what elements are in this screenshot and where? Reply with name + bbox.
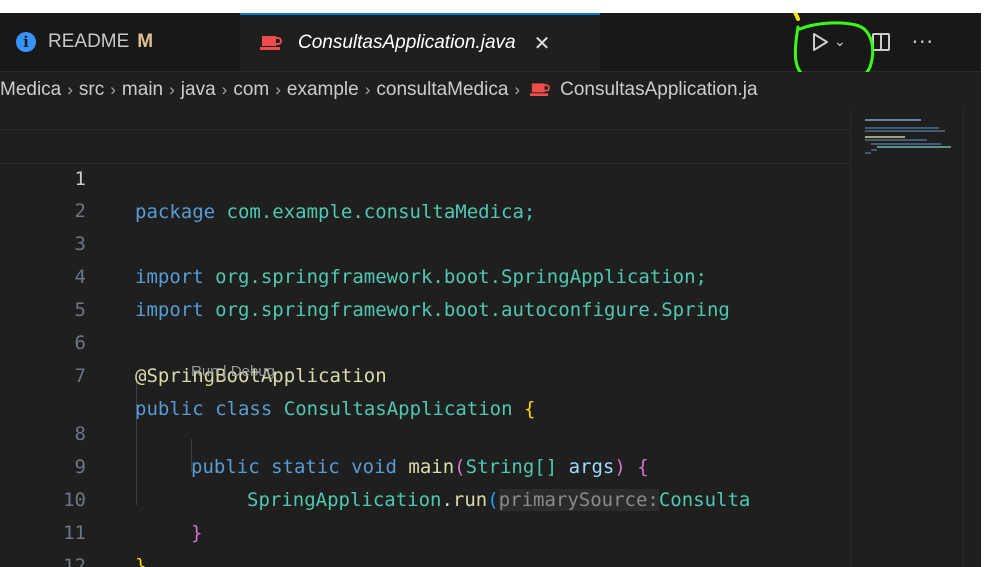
code-line: 4 import org.springframework.boot.autoco… bbox=[0, 228, 850, 321]
breadcrumb-separator: › bbox=[514, 80, 521, 99]
breadcrumb: Medica › src › main › java › com › examp… bbox=[0, 72, 981, 108]
code-line: 5 bbox=[0, 261, 850, 321]
breadcrumb-separator: › bbox=[67, 80, 73, 99]
modified-badge: M bbox=[137, 31, 154, 52]
split-editor-icon[interactable] bbox=[871, 33, 890, 51]
more-actions-icon[interactable]: ··· bbox=[912, 30, 934, 54]
tab-readme[interactable]: i README M bbox=[12, 13, 238, 71]
breadcrumb-separator: › bbox=[110, 80, 116, 99]
breadcrumb-separator: › bbox=[275, 80, 281, 99]
code-line: 8 public static void main(String[] args)… bbox=[0, 385, 850, 478]
info-icon: i bbox=[16, 32, 36, 52]
breadcrumb-item[interactable]: example bbox=[287, 79, 359, 101]
breadcrumb-item[interactable]: com bbox=[233, 79, 269, 101]
close-tab-icon[interactable]: ✕ bbox=[534, 31, 551, 56]
breadcrumb-item-file[interactable]: ConsultasApplication.ja bbox=[560, 79, 758, 101]
java-file-icon bbox=[260, 30, 282, 56]
code-line: 2 bbox=[0, 162, 850, 222]
code-editor[interactable]: 1 package com.example.consultaMedica; 2 … bbox=[0, 109, 981, 567]
breadcrumb-separator: › bbox=[221, 80, 228, 99]
code-line: 12 bbox=[0, 517, 850, 567]
tab-consultas-application[interactable]: ConsultasApplication.java ✕ bbox=[240, 13, 600, 71]
editor-actions: ⌄ ··· bbox=[800, 13, 934, 71]
tab-active-label: ConsultasApplication.java bbox=[298, 32, 516, 53]
code-line: 10 } bbox=[0, 451, 850, 544]
tab-bar: i README M ConsultasApplication.java ✕ ⌄ bbox=[0, 13, 981, 85]
tab-readme-label: README bbox=[48, 31, 130, 52]
breadcrumb-item[interactable]: src bbox=[79, 79, 104, 101]
breadcrumb-separator: › bbox=[169, 80, 175, 99]
java-file-icon bbox=[530, 78, 550, 102]
code-line: 6 @SpringBootApplication bbox=[0, 294, 850, 387]
run-java-button[interactable] bbox=[810, 32, 830, 52]
window-edge bbox=[981, 13, 989, 567]
breadcrumb-item[interactable]: Medica bbox=[0, 79, 61, 101]
codelens-run[interactable]: Run bbox=[191, 363, 219, 380]
editor-window: i README M ConsultasApplication.java ✕ ⌄ bbox=[0, 13, 981, 567]
breadcrumb-separator: › bbox=[364, 80, 371, 99]
code-line: 3 import org.springframework.boot.Spring… bbox=[0, 195, 850, 288]
breadcrumb-item[interactable]: java bbox=[181, 79, 216, 101]
code-token: } bbox=[135, 555, 147, 567]
breadcrumb-item[interactable]: consultaMedica bbox=[376, 79, 508, 101]
code-line: 9 SpringApplication.run(primarySource:Co… bbox=[0, 418, 850, 511]
vertical-scrollbar[interactable] bbox=[963, 109, 981, 567]
breadcrumb-item[interactable]: main bbox=[122, 79, 163, 101]
codelens-debug[interactable]: Debug bbox=[231, 363, 275, 380]
minimap[interactable] bbox=[850, 109, 964, 567]
chevron-down-icon[interactable]: ⌄ bbox=[834, 34, 846, 50]
code-line: 7 public class ConsultasApplication { bbox=[0, 327, 850, 420]
code-line: 1 package com.example.consultaMedica; bbox=[0, 129, 850, 223]
line-number: 12 bbox=[63, 555, 86, 567]
code-line: 11 } bbox=[0, 484, 850, 567]
codelens: Run | Debug bbox=[191, 359, 275, 385]
codelens-separator: | bbox=[218, 363, 231, 380]
play-icon bbox=[813, 33, 828, 51]
